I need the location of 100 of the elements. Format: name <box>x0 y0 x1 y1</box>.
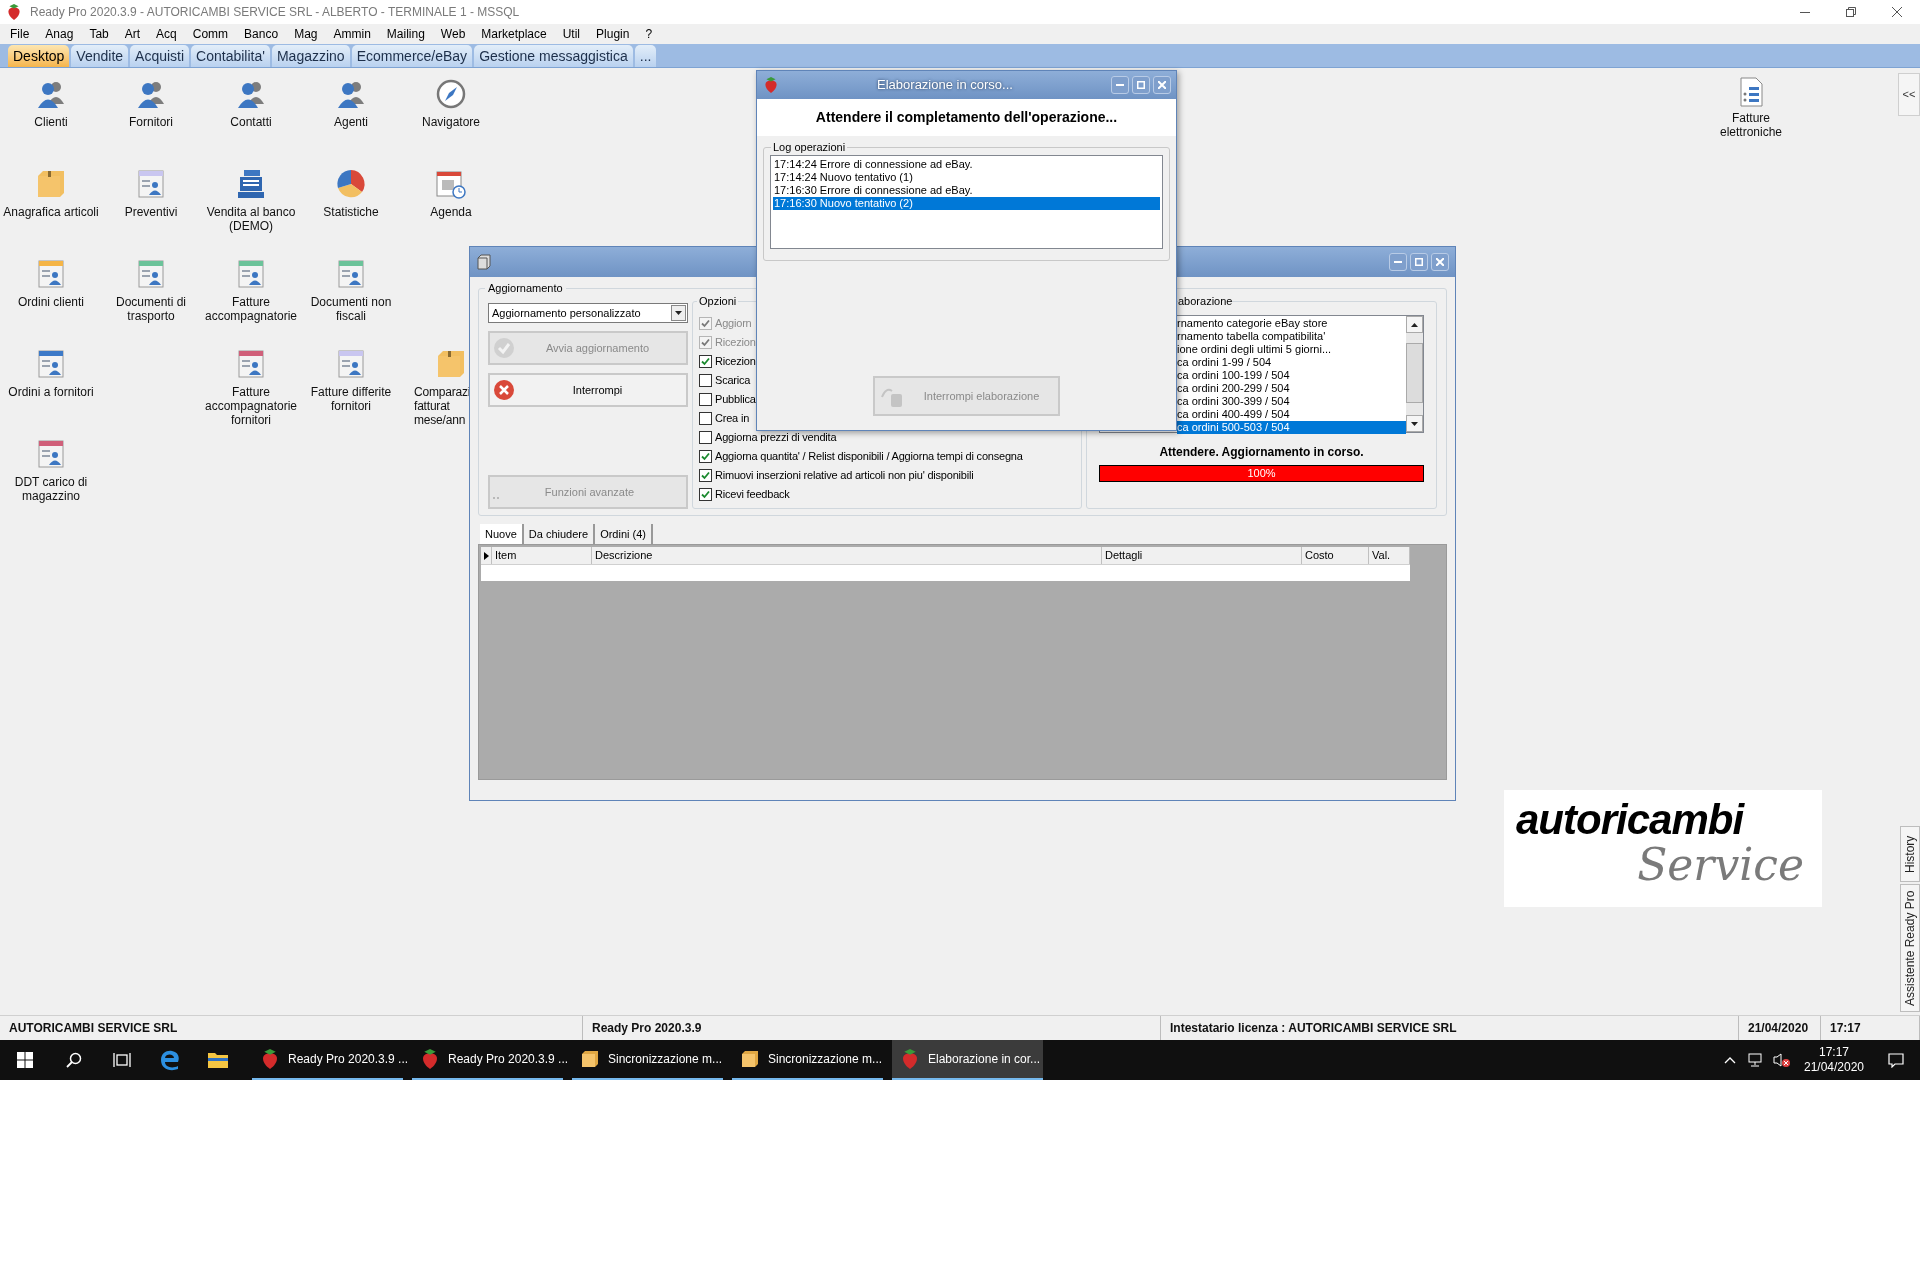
checkbox[interactable] <box>699 488 712 501</box>
minimize-button[interactable] <box>1111 76 1129 94</box>
checkbox-label[interactable]: Scarica <box>715 372 751 389</box>
menu-item[interactable]: Banco <box>236 25 287 43</box>
tab[interactable]: ... <box>634 45 657 67</box>
side-tab[interactable]: History <box>1900 826 1920 882</box>
checkbox-label[interactable]: Aggiorna prezzi di vendita <box>715 429 837 446</box>
icon-label[interactable]: Anagrafica articoli <box>2 205 100 219</box>
compass-icon[interactable] <box>435 78 467 110</box>
menu-item[interactable]: Mag <box>286 25 326 43</box>
icon-label[interactable]: Clienti <box>2 115 100 129</box>
tab[interactable]: Ecommerce/eBay <box>351 45 473 67</box>
document-icon[interactable] <box>135 168 167 200</box>
menu-item[interactable]: Mailing <box>378 25 433 43</box>
icon-label[interactable]: Documenti di trasporto <box>102 295 200 323</box>
checkbox-label[interactable]: Ricevi feedback <box>715 486 790 503</box>
list-item[interactable]: ione ordini degli ultimi 5 giorni... <box>1177 343 1406 356</box>
icon-label[interactable]: Navigatore <box>402 115 500 129</box>
pie-chart-icon[interactable] <box>335 168 367 200</box>
document-icon[interactable] <box>235 348 267 380</box>
button[interactable]: Interrompi <box>488 373 688 407</box>
log-entry[interactable]: 17:16:30 Errore di connessione ad eBay. <box>773 184 1160 197</box>
menu-item[interactable]: Util <box>554 25 589 43</box>
close-button[interactable] <box>1431 253 1449 271</box>
tab[interactable]: Magazzino <box>271 45 350 67</box>
list-item[interactable]: ca ordini 100-199 / 504 <box>1177 369 1406 382</box>
checkbox-label[interactable]: Ricezion <box>715 353 756 370</box>
icon-label[interactable]: Contatti <box>202 115 300 129</box>
tab[interactable]: Acquisti <box>130 45 190 67</box>
checkbox-label[interactable]: Crea in <box>715 410 750 427</box>
icon-label[interactable]: Fatture elettroniche <box>1701 111 1801 139</box>
calendar-icon[interactable] <box>435 168 467 200</box>
checkbox[interactable] <box>699 431 712 444</box>
icon-label[interactable]: Fatture accompagnatorie fornitori <box>202 385 300 427</box>
menu-item[interactable]: Acq <box>148 25 185 43</box>
document-icon[interactable] <box>235 258 267 290</box>
list-item[interactable]: ca ordini 500-503 / 504 <box>1177 421 1406 434</box>
document-icon[interactable] <box>35 438 67 470</box>
menu-item[interactable]: Web <box>432 25 474 43</box>
minimize-button[interactable] <box>1389 253 1407 271</box>
mode-dropdown[interactable]: Aggiornamento personalizzato <box>488 303 688 323</box>
clock-date[interactable]: 21/04/2020 <box>1803 1060 1865 1075</box>
maximize-button[interactable] <box>1410 253 1428 271</box>
tab[interactable]: Desktop <box>8 45 70 67</box>
close-button[interactable] <box>1153 76 1171 94</box>
icon-label[interactable]: Agenti <box>302 115 400 129</box>
checkbox-label[interactable]: Pubblica <box>715 391 756 408</box>
menu-item[interactable]: Comm <box>184 25 237 43</box>
icon-label[interactable]: Preventivi <box>102 205 200 219</box>
icon-label[interactable]: Ordini a fornitori <box>2 385 100 399</box>
icon-label[interactable]: Fatture differite fornitori <box>302 385 400 413</box>
document-icon[interactable] <box>335 258 367 290</box>
cash-register-icon[interactable] <box>235 168 267 200</box>
menu-item[interactable]: Ammin <box>325 25 379 43</box>
checkbox-label[interactable]: Aggiorna quantita' / Relist disponibili / Aggiorna tempi di consegna <box>715 448 1023 465</box>
list-item[interactable]: ca ordini 300-399 / 504 <box>1177 395 1406 408</box>
document-icon[interactable] <box>335 348 367 380</box>
taskbar-app[interactable]: Elaborazione in cor... <box>892 1040 1043 1080</box>
checkbox[interactable] <box>699 355 712 368</box>
menu-item[interactable]: Art <box>116 25 149 43</box>
icon-label[interactable]: Ordini clienti <box>2 295 100 309</box>
icon-label[interactable]: Vendita al banco (DEMO) <box>202 205 300 233</box>
list-item[interactable]: ca ordini 200-299 / 504 <box>1177 382 1406 395</box>
icon-label[interactable]: Fatture accompagnatorie <box>202 295 300 323</box>
checkbox-label[interactable]: Rimuovi inserzioni relative ad articoli non piu' disponibili <box>715 467 974 484</box>
checkbox[interactable] <box>699 374 712 387</box>
menu-item[interactable]: File <box>2 25 38 43</box>
clock-time[interactable]: 17:17 <box>1819 1045 1849 1060</box>
icon-label[interactable]: Statistiche <box>302 205 400 219</box>
tab[interactable]: Gestione messaggistica <box>474 45 633 67</box>
icon-label[interactable]: Comparazi fatturat mese/ann <box>401 385 471 427</box>
scrollbar[interactable] <box>1406 316 1423 432</box>
menu-item[interactable]: Tab <box>81 25 117 43</box>
log-entry[interactable]: 17:14:24 Errore di connessione ad eBay. <box>773 158 1160 171</box>
tab[interactable]: Vendite <box>71 45 129 67</box>
collapse-button[interactable]: << <box>1898 73 1920 116</box>
menu-item[interactable]: Plugin <box>588 25 638 43</box>
list-item[interactable]: rnamento categorie eBay store <box>1177 317 1406 330</box>
menu-item[interactable]: ? <box>637 25 661 43</box>
tab[interactable]: Nuove <box>480 524 524 544</box>
checkbox[interactable] <box>699 393 712 406</box>
document-icon[interactable] <box>135 258 167 290</box>
side-tab[interactable]: Assistente Ready Pro <box>1900 884 1920 1012</box>
list-item[interactable]: ca ordini 400-499 / 504 <box>1177 408 1406 421</box>
icon-label[interactable]: Agenda <box>402 205 500 219</box>
list-item[interactable]: rnamento tabella compatibilita' <box>1177 330 1406 343</box>
icon-label[interactable]: Documenti non fiscali <box>302 295 400 323</box>
checkbox[interactable] <box>699 412 712 425</box>
tab[interactable]: Contabilita' <box>191 45 270 67</box>
list-item[interactable]: ca ordini 1-99 / 504 <box>1177 356 1406 369</box>
menu-item[interactable]: Anag <box>37 25 82 43</box>
document-icon[interactable] <box>35 348 67 380</box>
log-entry[interactable]: 17:14:24 Nuovo tentativo (1) <box>773 171 1160 184</box>
log-entry[interactable]: 17:16:30 Nuovo tentativo (2) <box>773 197 1160 210</box>
checkbox[interactable] <box>699 450 712 463</box>
checkbox[interactable] <box>699 469 712 482</box>
icon-label[interactable]: Fornitori <box>102 115 200 129</box>
document-icon[interactable] <box>35 258 67 290</box>
maximize-button[interactable] <box>1132 76 1150 94</box>
icon-label[interactable]: DDT carico di magazzino <box>2 475 100 503</box>
